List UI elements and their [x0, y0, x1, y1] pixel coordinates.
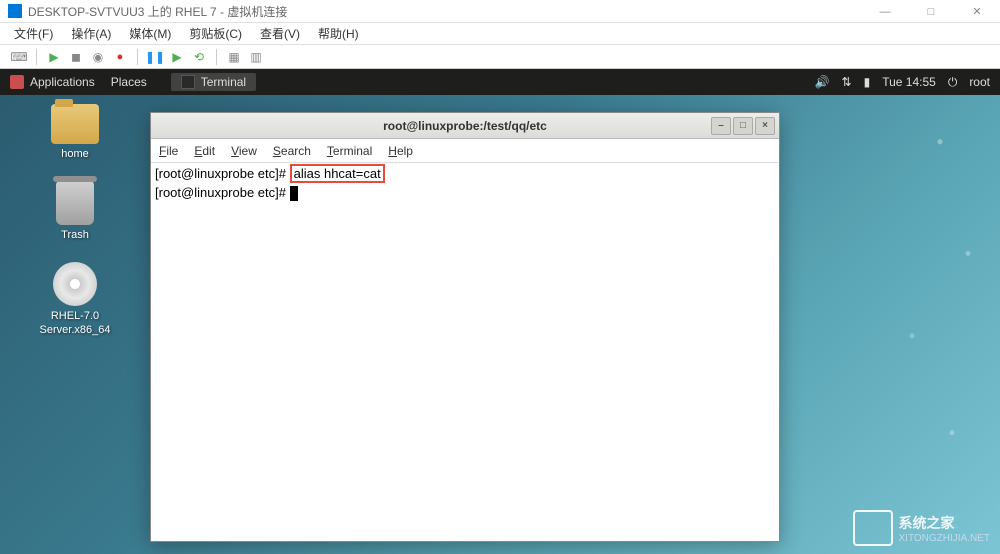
- places-menu[interactable]: Places: [111, 75, 147, 89]
- battery-icon[interactable]: ▮: [864, 75, 871, 89]
- host-menu-view[interactable]: 查看(V): [260, 25, 300, 42]
- terminal-minimize-button[interactable]: –: [711, 117, 731, 135]
- gnome-foot-icon: [10, 75, 24, 89]
- toolbar-ctrlaltdel-icon[interactable]: ⌨: [10, 49, 28, 65]
- desktop-icon-rhel-disc[interactable]: RHEL-7.0 Server.x86_64: [20, 262, 130, 336]
- host-menu-action[interactable]: 操作(A): [71, 25, 111, 42]
- host-menu-clipboard[interactable]: 剪贴板(C): [189, 25, 242, 42]
- host-window-controls: — □ ✕: [862, 0, 1000, 23]
- toolbar-reset-icon[interactable]: ▶: [168, 49, 186, 65]
- gnome-desktop: Applications Places Terminal 🔊 ⇅ ▮ Tue 1…: [0, 69, 1000, 554]
- host-menu-help[interactable]: 帮助(H): [318, 25, 359, 42]
- terminal-menu-file[interactable]: File: [159, 144, 178, 158]
- terminal-menu-terminal[interactable]: Terminal: [327, 144, 372, 158]
- watermark: 系统之家 XITONGZHIJIA.NET: [853, 510, 991, 546]
- home-label: home: [61, 148, 89, 161]
- host-close-button[interactable]: ✕: [954, 0, 1000, 23]
- folder-icon: [51, 104, 99, 144]
- trash-icon: [56, 181, 94, 225]
- desktop-icons: home Trash RHEL-7.0 Server.x86_64: [20, 104, 130, 337]
- terminal-body[interactable]: [root@linuxprobe etc]# alias hhcat=cat […: [151, 163, 779, 204]
- toolbar-separator: [216, 49, 217, 65]
- power-icon[interactable]: ⏻: [948, 75, 958, 90]
- terminal-window-controls: – □ ×: [711, 117, 775, 135]
- toolbar-separator: [137, 49, 138, 65]
- toolbar-separator: [36, 49, 37, 65]
- terminal-maximize-button[interactable]: □: [733, 117, 753, 135]
- watermark-url: XITONGZHIJIA.NET: [899, 533, 991, 544]
- watermark-text: 系统之家: [899, 513, 991, 533]
- watermark-logo-icon: [853, 510, 893, 546]
- host-minimize-button[interactable]: —: [862, 0, 908, 23]
- watermark-text-group: 系统之家 XITONGZHIJIA.NET: [899, 513, 991, 544]
- disc-icon: [53, 262, 97, 306]
- toolbar-pause-icon[interactable]: ❚❚: [146, 49, 164, 65]
- toolbar-save-icon[interactable]: ●: [111, 49, 129, 65]
- terminal-titlebar[interactable]: root@linuxprobe:/test/qq/etc – □ ×: [151, 113, 779, 139]
- taskbar-terminal-label: Terminal: [201, 75, 246, 89]
- terminal-menu-search[interactable]: Search: [273, 144, 311, 158]
- desktop-icon-trash[interactable]: Trash: [20, 181, 130, 242]
- network-icon[interactable]: ⇅: [842, 75, 852, 89]
- host-menubar: 文件(F) 操作(A) 媒体(M) 剪贴板(C) 查看(V) 帮助(H): [0, 23, 1000, 45]
- toolbar-turnoff-icon[interactable]: ◼: [67, 49, 85, 65]
- terminal-menu-view[interactable]: View: [231, 144, 257, 158]
- volume-icon[interactable]: 🔊: [815, 75, 830, 89]
- terminal-menubar: File Edit View Search Terminal Help: [151, 139, 779, 163]
- taskbar-terminal[interactable]: Terminal: [171, 73, 256, 91]
- user-label[interactable]: root: [969, 75, 990, 89]
- terminal-title-text: root@linuxprobe:/test/qq/etc: [383, 119, 547, 133]
- toolbar-start-icon[interactable]: ▶: [45, 49, 63, 65]
- host-menu-media[interactable]: 媒体(M): [129, 25, 171, 42]
- terminal-cursor: [290, 186, 298, 201]
- rhel-label: RHEL-7.0 Server.x86_64: [20, 310, 130, 336]
- host-title-text: DESKTOP-SVTVUU3 上的 RHEL 7 - 虚拟机连接: [28, 3, 287, 20]
- prompt-line1: [root@linuxprobe etc]#: [155, 166, 290, 181]
- terminal-close-button[interactable]: ×: [755, 117, 775, 135]
- clock[interactable]: Tue 14:55: [882, 75, 936, 89]
- desktop-icon-home[interactable]: home: [20, 104, 130, 161]
- gnome-top-panel: Applications Places Terminal 🔊 ⇅ ▮ Tue 1…: [0, 69, 1000, 95]
- trash-label: Trash: [61, 229, 89, 242]
- command-highlight: alias hhcat=cat: [290, 164, 385, 183]
- toolbar-shutdown-icon[interactable]: ◉: [89, 49, 107, 65]
- terminal-window: root@linuxprobe:/test/qq/etc – □ × File …: [150, 112, 780, 542]
- host-menu-file[interactable]: 文件(F): [14, 25, 53, 42]
- vm-icon: [8, 4, 22, 18]
- applications-menu[interactable]: Applications: [10, 75, 95, 89]
- panel-left: Applications Places Terminal: [10, 73, 256, 91]
- terminal-menu-edit[interactable]: Edit: [194, 144, 215, 158]
- terminal-task-icon: [181, 75, 195, 89]
- host-toolbar: ⌨ ▶ ◼ ◉ ● ❚❚ ▶ ⟲ ▦ ▥: [0, 45, 1000, 69]
- panel-right: 🔊 ⇅ ▮ Tue 14:55 ⏻ root: [815, 75, 990, 90]
- toolbar-share-icon[interactable]: ▥: [247, 49, 265, 65]
- toolbar-checkpoint-icon[interactable]: ⟲: [190, 49, 208, 65]
- prompt-line2: [root@linuxprobe etc]#: [155, 185, 290, 200]
- host-titlebar: DESKTOP-SVTVUU3 上的 RHEL 7 - 虚拟机连接 — □ ✕: [0, 0, 1000, 23]
- applications-label: Applications: [30, 75, 95, 89]
- terminal-menu-help[interactable]: Help: [388, 144, 413, 158]
- toolbar-revert-icon[interactable]: ▦: [225, 49, 243, 65]
- host-maximize-button[interactable]: □: [908, 0, 954, 23]
